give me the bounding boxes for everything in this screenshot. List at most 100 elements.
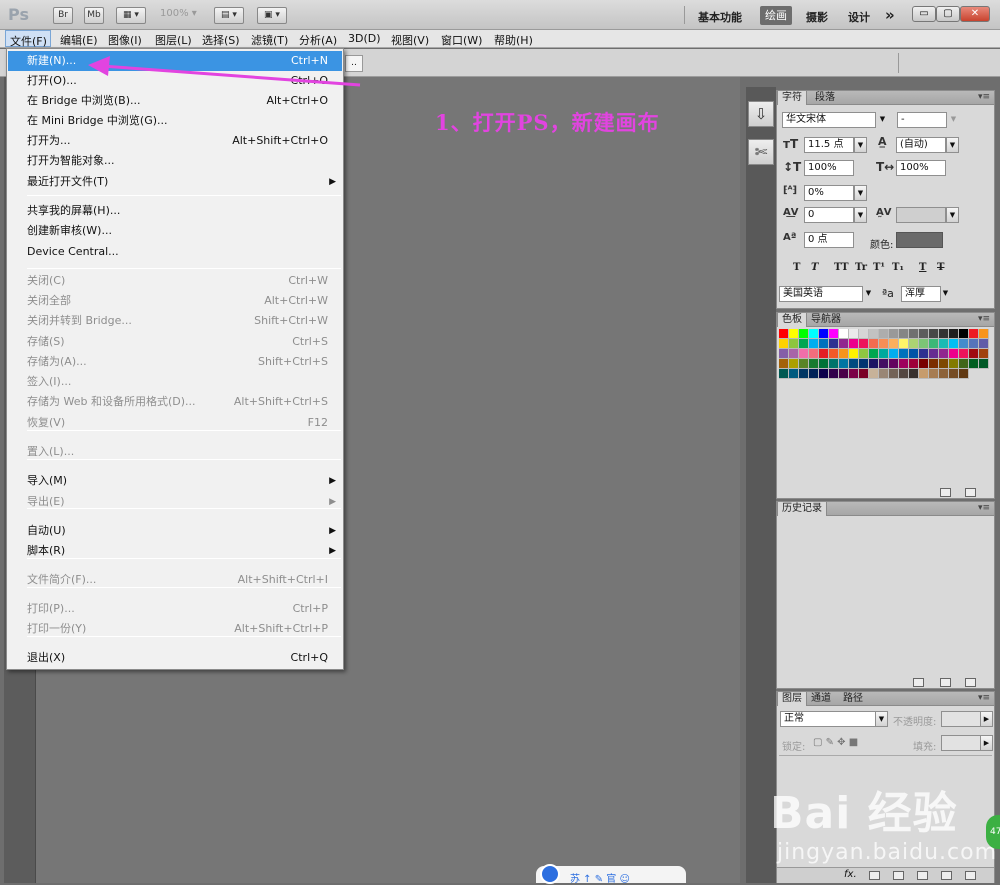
color-swatch[interactable]: [829, 329, 839, 339]
screen-mode-button[interactable]: ▣ ▾: [257, 7, 287, 24]
tracking-field[interactable]: [896, 207, 946, 223]
color-swatch[interactable]: [799, 359, 809, 369]
tab-swatches[interactable]: 色板: [777, 313, 807, 327]
font-style-select[interactable]: -: [897, 112, 947, 128]
file-menu-item[interactable]: 打开为... Alt+Shift+Ctrl+O: [8, 131, 342, 151]
color-swatch[interactable]: [929, 339, 939, 349]
chevron-down-icon[interactable]: ▼: [862, 286, 875, 302]
antialias-select[interactable]: 浑厚: [901, 286, 941, 302]
color-swatch[interactable]: [809, 339, 819, 349]
menu-analysis[interactable]: 分析(A): [299, 32, 337, 48]
color-swatch[interactable]: [839, 329, 849, 339]
kerning-field[interactable]: 0: [804, 207, 854, 223]
adjustment-icon[interactable]: [893, 871, 904, 880]
mask-icon[interactable]: [869, 871, 880, 880]
color-swatch[interactable]: [849, 329, 859, 339]
menu-select[interactable]: 选择(S): [202, 32, 240, 48]
blend-mode-select[interactable]: 正常: [780, 711, 876, 727]
color-swatch[interactable]: [929, 359, 939, 369]
menu-filter[interactable]: 滤镜(T): [251, 32, 288, 48]
color-swatch[interactable]: [919, 349, 929, 359]
color-swatch[interactable]: [859, 339, 869, 349]
menu-file[interactable]: 文件(F): [5, 30, 51, 48]
color-swatch[interactable]: [859, 369, 869, 379]
color-swatch[interactable]: [819, 369, 829, 379]
color-swatch[interactable]: [799, 369, 809, 379]
color-swatch[interactable]: [789, 369, 799, 379]
color-swatch[interactable]: [779, 329, 789, 339]
color-swatch[interactable]: [789, 329, 799, 339]
color-swatch[interactable]: [939, 349, 949, 359]
color-swatch[interactable]: [939, 369, 949, 379]
vertical-scale-field[interactable]: 100%: [804, 160, 854, 176]
color-swatch[interactable]: [919, 329, 929, 339]
color-swatch[interactable]: [889, 349, 899, 359]
color-swatch[interactable]: [969, 329, 979, 339]
color-swatch[interactable]: [779, 369, 789, 379]
color-swatch[interactable]: [779, 349, 789, 359]
color-swatch[interactable]: [869, 339, 879, 349]
color-swatch[interactable]: [879, 359, 889, 369]
color-swatch[interactable]: [949, 359, 959, 369]
file-menu-item[interactable]: 在 Mini Bridge 中浏览(G)...: [8, 111, 342, 131]
chevron-down-icon[interactable]: ▼: [876, 112, 889, 128]
more-workspaces-icon[interactable]: »: [885, 6, 895, 24]
color-swatch[interactable]: [829, 369, 839, 379]
workspace-painting[interactable]: 绘画: [760, 6, 792, 25]
fx-icon[interactable]: fx.: [844, 869, 857, 880]
tab-channels[interactable]: 通道: [807, 692, 835, 706]
color-swatch[interactable]: [969, 359, 979, 369]
color-swatch[interactable]: [859, 359, 869, 369]
chevron-down-icon[interactable]: ▼: [854, 207, 867, 223]
color-swatch[interactable]: [909, 329, 919, 339]
mini-bridge-button[interactable]: Mb: [84, 7, 104, 24]
underline-button[interactable]: T: [919, 262, 926, 273]
color-swatch[interactable]: [819, 339, 829, 349]
color-swatch[interactable]: [979, 329, 989, 339]
color-swatch[interactable]: [849, 369, 859, 379]
color-swatch[interactable]: [959, 359, 969, 369]
horizontal-scale-field[interactable]: 100%: [896, 160, 946, 176]
menu-3d[interactable]: 3D(D): [348, 32, 381, 45]
opacity-field[interactable]: [941, 711, 981, 727]
panel-menu-icon[interactable]: ▾≡: [978, 693, 990, 703]
workspace-design[interactable]: 设计: [848, 9, 870, 25]
color-swatch[interactable]: [839, 369, 849, 379]
dock-tool-presets-button[interactable]: ⇩: [748, 101, 774, 127]
arrange-documents-button[interactable]: ▤ ▾: [214, 7, 244, 24]
color-swatch[interactable]: [839, 349, 849, 359]
color-swatch[interactable]: [949, 339, 959, 349]
color-swatch[interactable]: [949, 349, 959, 359]
tab-layers[interactable]: 图层: [777, 692, 807, 706]
language-select[interactable]: 美国英语: [779, 286, 863, 302]
color-swatch[interactable]: [939, 359, 949, 369]
file-menu-item[interactable]: 在 Bridge 中浏览(B)... Alt+Ctrl+O: [8, 91, 342, 111]
menu-layer[interactable]: 图层(L): [155, 32, 192, 48]
color-swatch[interactable]: [779, 359, 789, 369]
chevron-down-icon[interactable]: ▼: [946, 207, 959, 223]
color-swatch[interactable]: [899, 339, 909, 349]
chevron-down-icon[interactable]: ▼: [947, 112, 960, 128]
file-menu-item[interactable]: 退出(X) Ctrl+Q: [8, 648, 342, 668]
color-swatch[interactable]: [919, 359, 929, 369]
color-swatch[interactable]: [819, 329, 829, 339]
color-swatch[interactable]: [909, 339, 919, 349]
color-swatch[interactable]: [869, 349, 879, 359]
color-swatch[interactable]: [849, 359, 859, 369]
color-swatch[interactable]: [909, 369, 919, 379]
color-swatch[interactable]: [879, 349, 889, 359]
tab-navigator[interactable]: 导航器: [807, 313, 845, 327]
color-swatch[interactable]: [969, 339, 979, 349]
color-swatch[interactable]: [829, 339, 839, 349]
faux-italic-button[interactable]: T: [811, 262, 818, 273]
tsume-field[interactable]: 0%: [804, 185, 854, 201]
color-swatch[interactable]: [799, 339, 809, 349]
zoom-level[interactable]: 100% ▾: [160, 8, 197, 19]
workspace-essentials[interactable]: 基本功能: [698, 9, 742, 25]
chevron-down-icon[interactable]: ▼: [946, 137, 959, 153]
color-swatch[interactable]: [939, 339, 949, 349]
chevron-down-icon[interactable]: ▼: [854, 185, 867, 201]
color-swatch[interactable]: [949, 369, 959, 379]
color-swatch[interactable]: [849, 349, 859, 359]
panel-menu-icon[interactable]: ▾≡: [978, 314, 990, 324]
